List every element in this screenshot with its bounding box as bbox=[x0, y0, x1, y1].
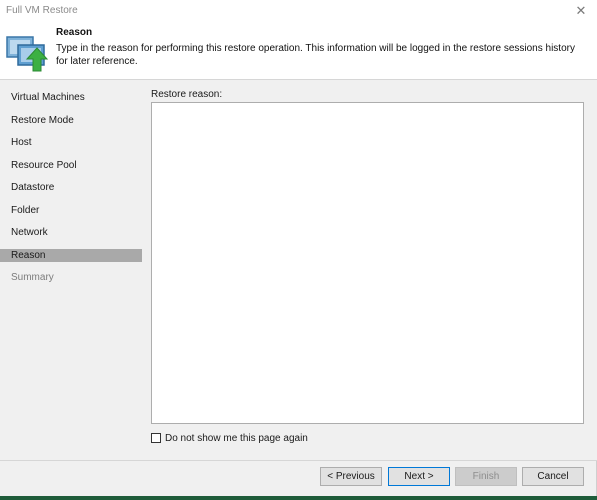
window-title: Full VM Restore bbox=[6, 5, 78, 16]
sidebar-item-virtual-machines[interactable]: Virtual Machines bbox=[0, 91, 142, 104]
finish-button: Finish bbox=[455, 467, 517, 486]
close-icon[interactable]: ✕ bbox=[570, 2, 592, 20]
restore-reason-textarea[interactable] bbox=[151, 102, 584, 424]
reason-panel: Restore reason: Do not show me this page… bbox=[143, 80, 597, 460]
wizard-steps-sidebar: Virtual Machines Restore Mode Host Resou… bbox=[0, 80, 143, 465]
sidebar-item-network[interactable]: Network bbox=[0, 226, 142, 239]
sidebar-item-reason[interactable]: Reason bbox=[0, 249, 142, 262]
next-button[interactable]: Next > bbox=[388, 467, 450, 486]
sidebar-item-restore-mode[interactable]: Restore Mode bbox=[0, 114, 142, 127]
cancel-button[interactable]: Cancel bbox=[522, 467, 584, 486]
do-not-show-checkbox[interactable] bbox=[151, 433, 161, 443]
taskbar-strip bbox=[0, 496, 597, 500]
page-title: Reason bbox=[56, 27, 93, 38]
sidebar-item-host[interactable]: Host bbox=[0, 136, 142, 149]
sidebar-item-resource-pool[interactable]: Resource Pool bbox=[0, 159, 142, 172]
previous-button[interactable]: < Previous bbox=[320, 467, 382, 486]
wizard-header: Reason Type in the reason for performing… bbox=[0, 22, 597, 80]
sidebar-item-folder[interactable]: Folder bbox=[0, 204, 142, 217]
restore-reason-label: Restore reason: bbox=[151, 89, 223, 100]
full-vm-restore-window: Full VM Restore ✕ Reason Type in the rea… bbox=[0, 0, 597, 500]
vm-restore-icon bbox=[6, 36, 49, 72]
sidebar-item-summary: Summary bbox=[11, 272, 54, 283]
sidebar-item-datastore[interactable]: Datastore bbox=[0, 181, 142, 194]
page-description: Type in the reason for performing this r… bbox=[56, 43, 575, 67]
title-bar: Full VM Restore ✕ bbox=[0, 0, 597, 22]
footer-divider bbox=[0, 460, 597, 461]
do-not-show-label[interactable]: Do not show me this page again bbox=[165, 433, 308, 444]
